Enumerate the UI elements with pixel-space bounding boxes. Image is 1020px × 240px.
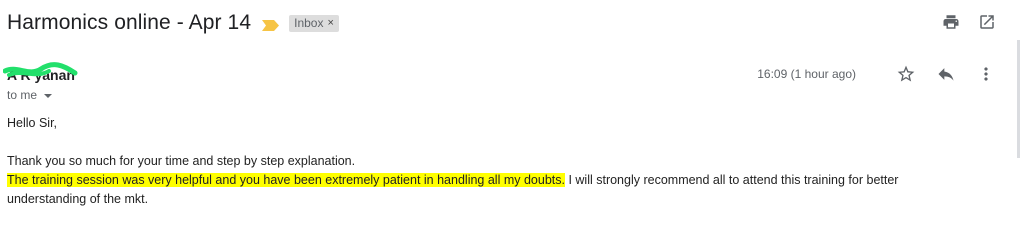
label-text: Inbox bbox=[294, 15, 324, 30]
message-body: Hello Sir, Thank you so much for your ti… bbox=[7, 114, 967, 209]
sender-row: A R yanan bbox=[3, 62, 78, 84]
subject-row: Harmonics online - Apr 14 Inbox × bbox=[7, 9, 339, 37]
sender-name-text: A R yanan bbox=[7, 67, 75, 83]
chevron-down-icon bbox=[44, 93, 53, 98]
inbox-label-chip[interactable]: Inbox × bbox=[289, 14, 339, 32]
message-time: 16:09 (1 hour ago) bbox=[757, 67, 856, 81]
top-actions bbox=[942, 13, 996, 31]
importance-marker-icon[interactable] bbox=[262, 18, 280, 31]
sender-name[interactable]: A R yanan bbox=[3, 62, 78, 83]
recipient-text: to me bbox=[7, 88, 38, 102]
body-paragraph: The training session was very helpful an… bbox=[7, 171, 967, 209]
body-line: Thank you so much for your time and step… bbox=[7, 154, 356, 168]
star-icon[interactable] bbox=[896, 64, 916, 84]
highlighted-text: The training session was very helpful an… bbox=[7, 173, 565, 187]
greeting: Hello Sir, bbox=[7, 116, 58, 130]
print-icon[interactable] bbox=[942, 13, 960, 31]
recipient-details-toggle[interactable]: to me bbox=[7, 88, 53, 102]
open-in-new-window-icon[interactable] bbox=[978, 13, 996, 31]
email-subject: Harmonics online - Apr 14 bbox=[7, 11, 252, 34]
message-actions: 16:09 (1 hour ago) bbox=[757, 64, 996, 84]
remove-label-icon[interactable]: × bbox=[327, 17, 333, 29]
reply-icon[interactable] bbox=[936, 64, 956, 84]
more-vert-icon[interactable] bbox=[976, 64, 996, 84]
